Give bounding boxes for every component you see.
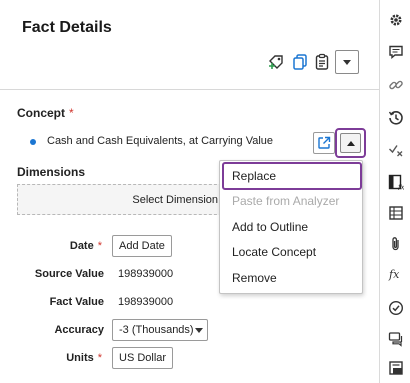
right-toolbar: fx fx [379,0,410,383]
link-icon[interactable] [388,77,404,93]
external-link-icon [318,136,331,149]
chevron-up-icon [346,140,355,146]
concept-menu-toggle[interactable] [340,133,361,153]
fact-value-label: Fact Value [49,296,104,308]
fact-value: 198939000 [118,296,174,308]
date-label: Date * [69,240,102,252]
header-dropdown-button[interactable] [335,50,359,74]
required-mark: * [69,106,74,120]
bullet-icon [30,139,36,145]
panel-icon[interactable] [388,360,404,376]
table-icon[interactable] [388,205,404,221]
source-value: 198939000 [118,268,174,280]
chevron-down-icon [195,327,203,333]
source-value-label: Source Value [34,268,104,280]
menu-item-add-to-outline[interactable]: Add to Outline [232,220,308,234]
check-circle-icon[interactable] [388,300,404,316]
menu-item-remove[interactable]: Remove [232,271,277,285]
accuracy-select[interactable]: -3 (Thousands) [112,319,208,341]
tag-add-icon[interactable] [266,52,286,72]
svg-text:fx: fx [397,184,404,191]
concept-value: Cash and Cash Equivalents, at Carrying V… [47,135,274,147]
menu-item-paste-from-analyzer: Paste from Analyzer [232,194,340,208]
menu-item-locate-concept[interactable]: Locate Concept [232,245,316,259]
gear-icon[interactable] [388,12,404,28]
panel-title: Fact Details [22,19,112,36]
function-icon[interactable]: fx [388,266,404,282]
fx-table-icon[interactable]: fx [388,174,404,190]
open-concept-button[interactable] [313,132,335,154]
panel-header: Fact Details [0,0,379,90]
accuracy-value: -3 (Thousands) [119,324,194,336]
concept-label: Concept * [17,106,74,120]
chevron-down-icon [343,59,351,65]
units-label: Units * [66,352,102,364]
select-dimension-button[interactable]: Select Dimension [17,184,227,215]
accuracy-label: Accuracy [54,324,104,336]
comments-icon[interactable] [388,331,404,347]
history-icon[interactable] [388,110,404,126]
add-date-button[interactable]: Add Date [112,235,172,257]
concept-menu-highlight [335,128,366,158]
dimensions-label: Dimensions [17,165,86,179]
copy-icon[interactable] [290,52,310,72]
clipboard-icon[interactable] [312,52,332,72]
paperclip-icon[interactable] [388,236,404,252]
check-x-icon[interactable] [388,142,404,158]
units-button[interactable]: US Dollar [112,347,174,369]
comment-icon[interactable] [388,44,404,60]
concept-context-menu: Replace Paste from Analyzer Add to Outli… [219,160,363,294]
fact-details-panel: Fact Details Concept * Cash and Cash Equ… [0,0,379,383]
svg-text:fx: fx [388,268,400,281]
menu-item-replace[interactable]: Replace [232,169,276,183]
